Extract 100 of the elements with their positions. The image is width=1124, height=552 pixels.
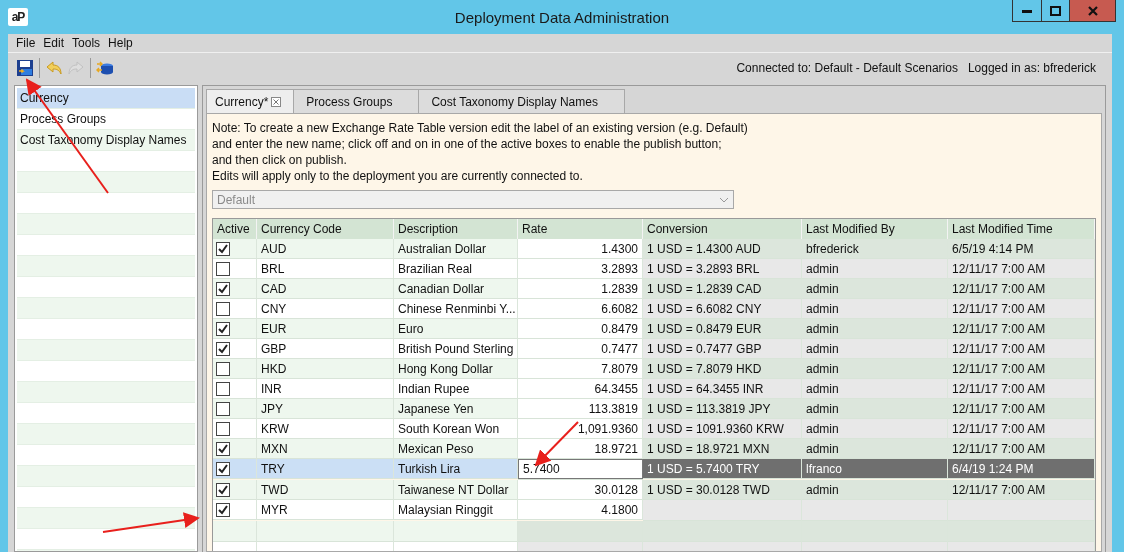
table-cell: 1 USD = 6.6082 CNY [643, 299, 802, 319]
active-checkbox[interactable] [216, 482, 230, 497]
active-checkbox[interactable] [216, 461, 230, 476]
table-cell: admin [802, 319, 948, 339]
table-cell: 12/11/17 7:00 AM [948, 299, 1095, 319]
undo-arrow-icon [45, 60, 63, 76]
note-text: Edits will apply only to the deployment you are currently connected to. [212, 168, 584, 184]
table-cell: 6.6082 [518, 299, 643, 319]
table-cell: 12/11/17 7:00 AM [948, 439, 1095, 459]
close-icon[interactable] [271, 96, 282, 107]
table-cell: Canadian Dollar [394, 279, 518, 299]
column-header[interactable]: Description [394, 219, 518, 239]
column-header[interactable]: Conversion [643, 219, 802, 239]
table-cell: admin [802, 359, 948, 379]
table-cell: 18.9721 [518, 439, 643, 459]
table-cell: 1,091.9360 [518, 419, 643, 439]
table-cell: EUR [257, 319, 394, 339]
table-cell: 1.2839 [518, 279, 643, 299]
table-cell: 1 USD = 1.4300 AUD [643, 239, 802, 259]
column-header[interactable]: Last Modified Time [948, 219, 1095, 239]
table-cell: 12/11/17 7:00 AM [948, 339, 1095, 359]
save-button[interactable] [14, 57, 36, 79]
maximize-icon [1050, 5, 1061, 16]
table-cell: 1 USD = 30.0128 TWD [643, 480, 802, 500]
table-cell: admin [802, 419, 948, 439]
table-cell: CAD [257, 279, 394, 299]
table-cell: Brazilian Real [394, 259, 518, 279]
table-cell: 0.8479 [518, 319, 643, 339]
table-cell: Japanese Yen [394, 399, 518, 419]
table-cell: admin [802, 379, 948, 399]
note-text: and enter the new name; click off and on in one of the active boxes to enable the publish button; [212, 136, 723, 152]
table-cell: Taiwanese NT Dollar [394, 480, 518, 500]
table-cell: lfranco [802, 459, 948, 479]
tab[interactable]: Currency* [206, 89, 295, 113]
table-cell: 64.3455 [518, 379, 643, 399]
menu-item[interactable]: Edit [39, 36, 69, 50]
table-cell: 1 USD = 3.2893 BRL [643, 259, 802, 279]
database-arrows-icon [96, 60, 114, 76]
table-cell: 1 USD = 1091.9360 KRW [643, 419, 802, 439]
table-cell: admin [802, 299, 948, 319]
table-cell: Australian Dollar [394, 239, 518, 259]
table-cell: INR [257, 379, 394, 399]
table-cell: 12/11/17 7:00 AM [948, 419, 1095, 439]
column-header[interactable]: Currency Code [257, 219, 394, 239]
column-header[interactable]: Rate [518, 219, 643, 239]
active-checkbox[interactable] [216, 381, 230, 396]
table-cell: Malaysian Ringgit [394, 500, 518, 520]
table-cell: admin [802, 279, 948, 299]
table-cell: 3.2893 [518, 259, 643, 279]
active-checkbox[interactable] [216, 321, 230, 336]
connection-status: Connected to: Default - Default Scenarios [736, 61, 958, 75]
column-header[interactable]: Active [213, 219, 257, 239]
active-checkbox[interactable] [216, 341, 230, 356]
tab[interactable]: Process Groups [293, 89, 420, 113]
table-cell: 1.4300 [518, 239, 643, 259]
active-checkbox[interactable] [216, 261, 230, 276]
rate-input[interactable]: 5.7400 [518, 459, 643, 479]
table-cell: 1 USD = 5.7400 TRY [643, 459, 802, 479]
table-cell: 4.1800 [518, 500, 643, 520]
active-checkbox[interactable] [216, 502, 230, 517]
table-cell: bfrederick [802, 239, 948, 259]
table-cell: British Pound Sterling [394, 339, 518, 359]
app-logo: aP [8, 8, 28, 26]
active-checkbox[interactable] [216, 401, 230, 416]
table-cell: JPY [257, 399, 394, 419]
minimize-icon [1022, 8, 1032, 13]
table-cell: admin [802, 259, 948, 279]
table-cell: GBP [257, 339, 394, 359]
table-cell: 1 USD = 7.8079 HKD [643, 359, 802, 379]
active-checkbox[interactable] [216, 421, 230, 436]
close-icon [1087, 5, 1098, 16]
menu-item[interactable]: Help [104, 36, 137, 50]
table-cell: Hong Kong Dollar [394, 359, 518, 379]
table-cell: 30.0128 [518, 480, 643, 500]
chevron-down-icon [719, 196, 729, 203]
active-checkbox[interactable] [216, 301, 230, 316]
table-cell: BRL [257, 259, 394, 279]
active-checkbox[interactable] [216, 241, 230, 256]
active-checkbox[interactable] [216, 441, 230, 456]
table-cell: HKD [257, 359, 394, 379]
table-cell: CNY [257, 299, 394, 319]
note-text: and then click on publish. [212, 152, 348, 168]
table-cell: TWD [257, 480, 394, 500]
table-cell: 7.8079 [518, 359, 643, 379]
table-cell: 1 USD = 64.3455 INR [643, 379, 802, 399]
active-checkbox[interactable] [216, 281, 230, 296]
table-cell: 12/11/17 7:00 AM [948, 480, 1095, 500]
menu-item[interactable]: File [12, 36, 40, 50]
table-cell: 1 USD = 1.2839 CAD [643, 279, 802, 299]
tab[interactable]: Cost Taxonomy Display Names [418, 89, 625, 113]
table-cell: 6/4/19 1:24 PM [948, 459, 1095, 479]
active-checkbox[interactable] [216, 361, 230, 376]
table-cell: 1 USD = 113.3819 JPY [643, 399, 802, 419]
table-cell: Mexican Peso [394, 439, 518, 459]
table-cell: Euro [394, 319, 518, 339]
menu-item[interactable]: Tools [68, 36, 105, 50]
note-text: Note: To create a new Exchange Rate Table version edit the label of an existing version (e.g. Default) [212, 120, 749, 136]
column-header[interactable]: Last Modified By [802, 219, 948, 239]
table-cell: AUD [257, 239, 394, 259]
close-button[interactable] [1069, 0, 1115, 21]
